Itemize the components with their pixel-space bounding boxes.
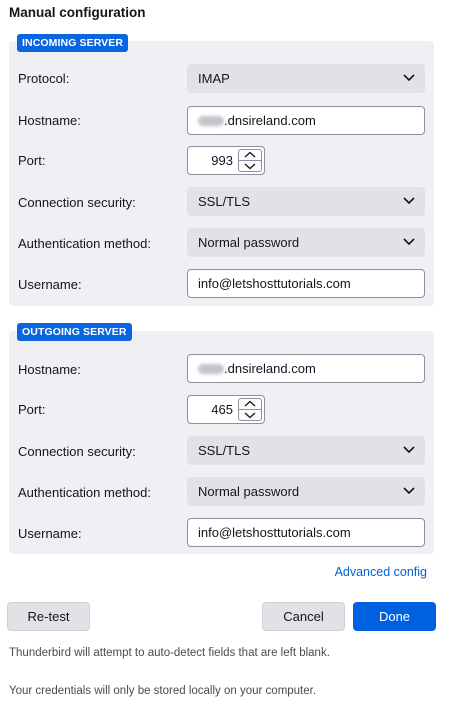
- redacted-text: [198, 115, 224, 126]
- outgoing-auth-value: Normal password: [198, 484, 300, 499]
- outgoing-auth-select[interactable]: Normal password: [187, 477, 425, 506]
- outgoing-port-value: 465: [211, 402, 233, 417]
- incoming-port-stepper[interactable]: 993: [187, 146, 265, 175]
- outgoing-security-value: SSL/TLS: [198, 443, 251, 458]
- chevron-down-icon: [403, 238, 415, 246]
- page-title: Manual configuration: [9, 5, 146, 20]
- incoming-port-spin-buttons: [238, 149, 262, 172]
- retest-button[interactable]: Re-test: [7, 602, 90, 631]
- incoming-auth-value: Normal password: [198, 235, 300, 250]
- incoming-auth-select[interactable]: Normal password: [187, 228, 425, 257]
- incoming-port-label: Port:: [18, 153, 46, 168]
- chevron-up-icon[interactable]: [239, 150, 261, 161]
- chevron-down-icon: [403, 446, 415, 454]
- incoming-hostname-field[interactable]: .dnsireland.com: [187, 106, 425, 135]
- incoming-security-value: SSL/TLS: [198, 194, 251, 209]
- incoming-protocol-select[interactable]: IMAP: [187, 64, 425, 93]
- outgoing-port-spin-buttons: [238, 398, 262, 421]
- incoming-protocol-value: IMAP: [198, 71, 230, 86]
- incoming-port-value: 993: [211, 153, 233, 168]
- chevron-up-icon[interactable]: [239, 399, 261, 410]
- chevron-down-icon[interactable]: [239, 410, 261, 420]
- outgoing-server-badge: OUTGOING SERVER: [17, 323, 132, 341]
- incoming-security-label: Connection security:: [18, 195, 136, 210]
- redacted-text: [198, 363, 224, 374]
- outgoing-security-label: Connection security:: [18, 444, 136, 459]
- incoming-auth-label: Authentication method:: [18, 236, 151, 251]
- outgoing-security-select[interactable]: SSL/TLS: [187, 436, 425, 465]
- outgoing-auth-label: Authentication method:: [18, 485, 151, 500]
- incoming-server-badge: INCOMING SERVER: [17, 34, 129, 52]
- done-button[interactable]: Done: [353, 602, 436, 631]
- incoming-security-select[interactable]: SSL/TLS: [187, 187, 425, 216]
- credentials-note: Your credentials will only be stored loc…: [9, 685, 317, 697]
- advanced-config-link[interactable]: Advanced config: [335, 565, 427, 579]
- outgoing-port-label: Port:: [18, 402, 46, 417]
- incoming-username-label: Username:: [18, 277, 82, 292]
- chevron-down-icon: [403, 487, 415, 495]
- outgoing-port-stepper[interactable]: 465: [187, 395, 265, 424]
- incoming-username-field[interactable]: info@letshosttutorials.com: [187, 269, 425, 298]
- outgoing-hostname-field[interactable]: .dnsireland.com: [187, 354, 425, 383]
- incoming-hostname-label: Hostname:: [18, 113, 81, 128]
- cancel-button[interactable]: Cancel: [262, 602, 345, 631]
- autodetect-note: Thunderbird will attempt to auto-detect …: [9, 647, 330, 659]
- outgoing-hostname-label: Hostname:: [18, 362, 81, 377]
- chevron-down-icon: [403, 197, 415, 205]
- outgoing-username-label: Username:: [18, 526, 82, 541]
- chevron-down-icon: [403, 74, 415, 82]
- outgoing-username-field[interactable]: info@letshosttutorials.com: [187, 518, 425, 547]
- incoming-protocol-label: Protocol:: [18, 71, 70, 86]
- chevron-down-icon[interactable]: [239, 161, 261, 171]
